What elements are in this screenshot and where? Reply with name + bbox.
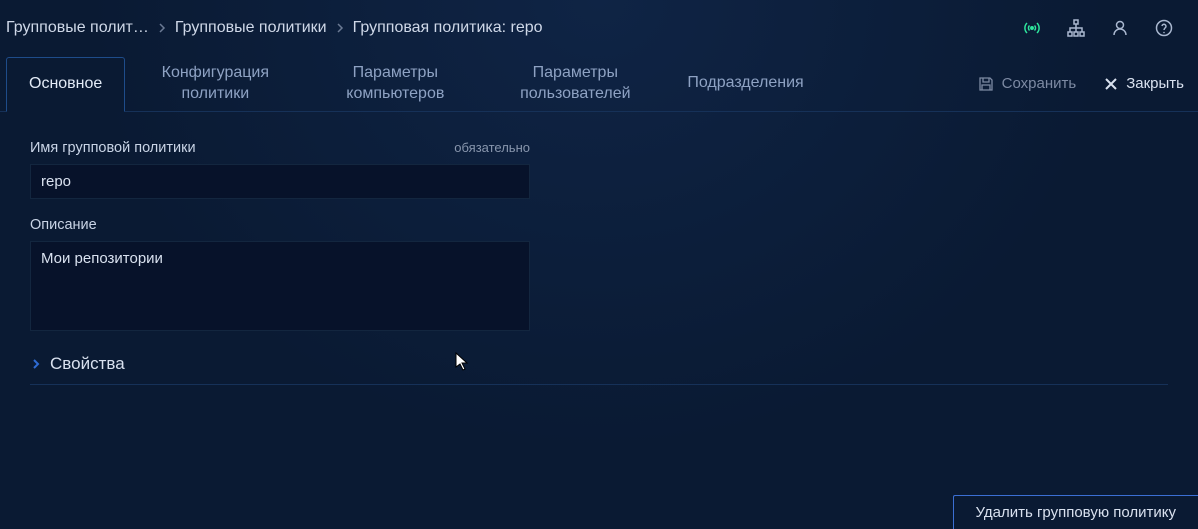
field-description: Описание [30,217,530,336]
tab-policy-config[interactable]: Конфигурация политики [125,56,305,111]
tab-main[interactable]: Основное [6,57,125,112]
tab-computer-params[interactable]: Параметры компьютеров [305,56,485,111]
sitemap-icon[interactable] [1066,18,1086,38]
cursor-pointer-icon [455,352,469,372]
chevron-right-icon [335,23,345,33]
section-properties-toggle[interactable]: Свойства [30,354,1168,374]
delete-policy-button[interactable]: Удалить групповую политику [953,495,1198,529]
chevron-right-icon [157,23,167,33]
desc-label: Описание [30,217,97,233]
chevron-right-icon [30,358,42,370]
tabs-row: Основное Конфигурация политики Параметры… [0,56,1198,112]
tab-org-units[interactable]: Подразделения [665,56,825,111]
desc-input[interactable] [30,241,530,331]
close-button[interactable]: Закрыть [1090,56,1198,111]
section-properties-row: Свойства [30,354,1168,385]
section-properties-label: Свойства [50,354,125,374]
close-label: Закрыть [1126,75,1184,92]
breadcrumb: Групповые полит… Групповые политики Груп… [6,19,543,37]
name-input[interactable] [30,164,530,199]
save-label: Сохранить [1002,75,1077,92]
name-label: Имя групповой политики [30,140,196,156]
user-icon[interactable] [1110,18,1130,38]
save-icon [978,76,994,92]
broadcast-icon[interactable] [1022,18,1042,38]
top-icons [1022,18,1192,38]
breadcrumb-item-2: Групповая политика: repo [353,19,543,37]
field-name: Имя групповой политики обязательно [30,140,530,199]
name-hint: обязательно [454,140,530,155]
help-icon[interactable] [1154,18,1174,38]
breadcrumb-item-0[interactable]: Групповые полит… [6,19,149,37]
save-button[interactable]: Сохранить [964,56,1091,111]
close-icon [1104,77,1118,91]
breadcrumb-item-1[interactable]: Групповые политики [175,19,327,37]
main-form: Имя групповой политики обязательно Описа… [0,112,560,336]
tab-user-params[interactable]: Параметры пользователей [485,56,665,111]
